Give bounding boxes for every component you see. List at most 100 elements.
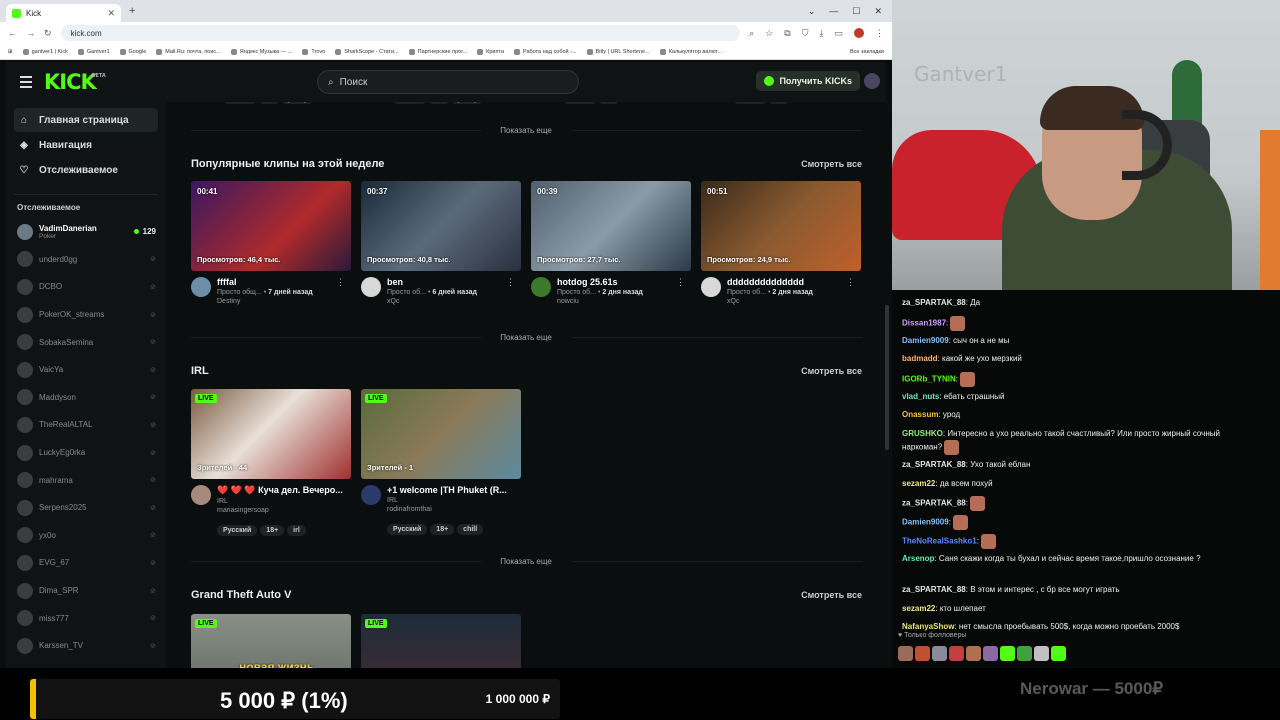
profile-avatar[interactable] — [854, 28, 864, 38]
bookmark-item[interactable]: Партнерские прог... — [408, 48, 467, 55]
avatar[interactable] — [531, 277, 551, 297]
more-options-icon[interactable]: ⋮ — [336, 277, 345, 288]
tag[interactable]: 18+ — [260, 525, 285, 536]
clip-card[interactable]: 00:41 Просмотров: 46,4 тыс. ffffal Просто о… — [191, 181, 351, 305]
bookmark-item[interactable]: Bitly | URL Shortene... — [586, 48, 650, 55]
clip-thumbnail[interactable]: 00:39 Просмотров: 27,7 тыс. — [531, 181, 691, 271]
sidebar-item-1[interactable]: ◈ Навигация — [14, 133, 158, 157]
bookmark-item[interactable]: Крипта — [477, 48, 504, 55]
url-field[interactable]: kick.com — [60, 25, 741, 41]
clip-title[interactable]: hotdog 25.61s — [557, 277, 691, 287]
hamburger-menu-icon[interactable] — [20, 76, 32, 88]
more-options-icon[interactable]: ⋮ — [506, 277, 515, 288]
emote-icon[interactable] — [1000, 646, 1015, 661]
chat-username[interactable]: vlad_nuts — [902, 392, 939, 401]
minimize-icon[interactable]: — — [829, 6, 838, 17]
stream-category[interactable]: IRL — [387, 497, 521, 504]
emote-icon[interactable] — [898, 646, 913, 661]
tag[interactable]: 18+ — [768, 102, 789, 104]
following-item[interactable]: SobakaSemina ⊘ — [6, 328, 166, 356]
sidebar-item-0[interactable]: ⌂ Главная страница — [14, 108, 158, 132]
emote-icon[interactable] — [983, 646, 998, 661]
tag[interactable]: 18+ — [598, 102, 619, 104]
tag[interactable]: Russian — [734, 102, 766, 104]
emote-icon[interactable] — [1017, 646, 1032, 661]
following-item[interactable]: underd0gg ⊘ — [6, 246, 166, 274]
tag[interactable]: gaming — [452, 102, 482, 104]
chat-username[interactable]: GRUSHKO — [902, 429, 943, 438]
irl-see-all-link[interactable]: Смотреть все — [801, 366, 862, 376]
chat-username[interactable]: Damien9009 — [902, 336, 949, 345]
avatar[interactable] — [361, 277, 381, 297]
stream-thumbnail[interactable]: LIVE — [361, 614, 521, 668]
tab-kick[interactable]: Kick ✕ — [6, 4, 121, 22]
forward-icon[interactable]: → — [26, 28, 35, 38]
following-item[interactable]: mahrama ⊘ — [6, 466, 166, 494]
following-item[interactable]: LuckyEg0rka ⊘ — [6, 439, 166, 467]
shield-icon[interactable]: ⛉ — [802, 28, 809, 39]
following-item[interactable]: TheRealALTAL ⊘ — [6, 411, 166, 439]
emote-icon[interactable] — [915, 646, 930, 661]
sidebar-item-2[interactable]: ♡ Отслеживаемое — [14, 158, 158, 182]
chat-username[interactable]: Dissan1987 — [902, 318, 946, 327]
tag[interactable]: chill — [457, 524, 484, 535]
menu-dots-icon[interactable]: ⋮ — [875, 28, 884, 39]
tag[interactable]: Russian — [564, 102, 596, 104]
chat-username[interactable]: za_SPARTAK_88 — [902, 499, 966, 508]
following-item[interactable]: Serpens2025 ⊘ — [6, 494, 166, 522]
emote-icon[interactable] — [1051, 646, 1066, 661]
stream-title[interactable]: +1 welcome |TH Phuket (R... — [387, 485, 521, 495]
bookmark-item[interactable]: gantver1 | Kick — [22, 48, 68, 55]
chat-username[interactable]: za_SPARTAK_88 — [902, 298, 966, 307]
extension-icon[interactable]: ⧉ — [784, 28, 790, 39]
chat-username[interactable]: Onassum — [902, 410, 938, 419]
chevron-down-icon[interactable]: ⌄ — [808, 6, 816, 17]
chat-username[interactable]: IGORb_TYNIN — [902, 374, 956, 383]
search-input[interactable]: ⌕ Поиск — [317, 70, 579, 94]
clip-channel[interactable]: xQc — [387, 298, 521, 305]
following-item[interactable]: yx0o ⊘ — [6, 522, 166, 550]
more-options-icon[interactable]: ⋮ — [676, 277, 685, 288]
more-options-icon[interactable]: ⋮ — [846, 277, 855, 288]
bookmark-item[interactable]: Mail.Ru: почта, поис... — [156, 48, 221, 55]
close-tab-icon[interactable]: ✕ — [107, 8, 115, 19]
following-item[interactable]: Dima_SPR ⊘ — [6, 577, 166, 605]
get-kicks-button[interactable]: Получить KICKs — [756, 71, 860, 91]
following-item[interactable]: PokerOK_streams ⊘ — [6, 301, 166, 329]
close-window-icon[interactable]: ✕ — [874, 6, 882, 17]
new-tab-icon[interactable]: + — [129, 5, 135, 17]
bookmark-item[interactable]: Trovo — [302, 48, 325, 55]
stream-channel[interactable]: rodinafromthai — [387, 506, 521, 513]
following-item[interactable]: EVG_67 ⊘ — [6, 549, 166, 577]
clip-thumbnail[interactable]: 00:51 Просмотров: 24,9 тыс. — [701, 181, 861, 271]
zoom-icon[interactable]: ⌕ — [749, 28, 754, 39]
emote-icon[interactable] — [932, 646, 947, 661]
avatar[interactable] — [191, 485, 211, 505]
chat-username[interactable]: badmadd — [902, 354, 938, 363]
user-avatar[interactable] — [864, 73, 880, 89]
apps-icon[interactable]: ⊞ — [8, 49, 13, 55]
stream-category[interactable]: IRL — [217, 498, 351, 505]
stream-thumbnail[interactable]: LIVE новая жизнь — [191, 614, 351, 668]
bookmark-item[interactable]: Google — [119, 48, 146, 55]
chat-username[interactable]: Arsenop — [902, 554, 934, 563]
tag[interactable]: Russian — [394, 102, 426, 104]
tag[interactable]: chill — [428, 102, 450, 104]
kick-logo[interactable]: KICK BETA — [44, 70, 106, 94]
emote-icon[interactable] — [949, 646, 964, 661]
chat-username[interactable]: za_SPARTAK_88 — [902, 460, 966, 469]
clip-thumbnail[interactable]: 00:41 Просмотров: 46,4 тыс. — [191, 181, 351, 271]
maximize-icon[interactable]: ☐ — [852, 6, 860, 17]
following-item[interactable]: miss777 ⊘ — [6, 604, 166, 632]
clip-channel[interactable]: xQc — [727, 298, 861, 305]
tag[interactable]: Russian — [224, 102, 256, 104]
all-bookmarks[interactable]: Все закладки — [850, 49, 892, 55]
clips-see-all-link[interactable]: Смотреть все — [801, 159, 862, 169]
following-item[interactable]: Maddyson ⊘ — [6, 384, 166, 412]
back-icon[interactable]: ← — [8, 28, 17, 38]
avatar[interactable] — [191, 277, 211, 297]
clip-channel[interactable]: Destiny — [217, 298, 351, 305]
bookmark-item[interactable]: Яндекс Музыка — ... — [230, 48, 292, 55]
tag[interactable]: irl — [287, 525, 306, 536]
clip-card[interactable]: 00:51 Просмотров: 24,9 тыс. dddddddddddddd… — [701, 181, 861, 305]
